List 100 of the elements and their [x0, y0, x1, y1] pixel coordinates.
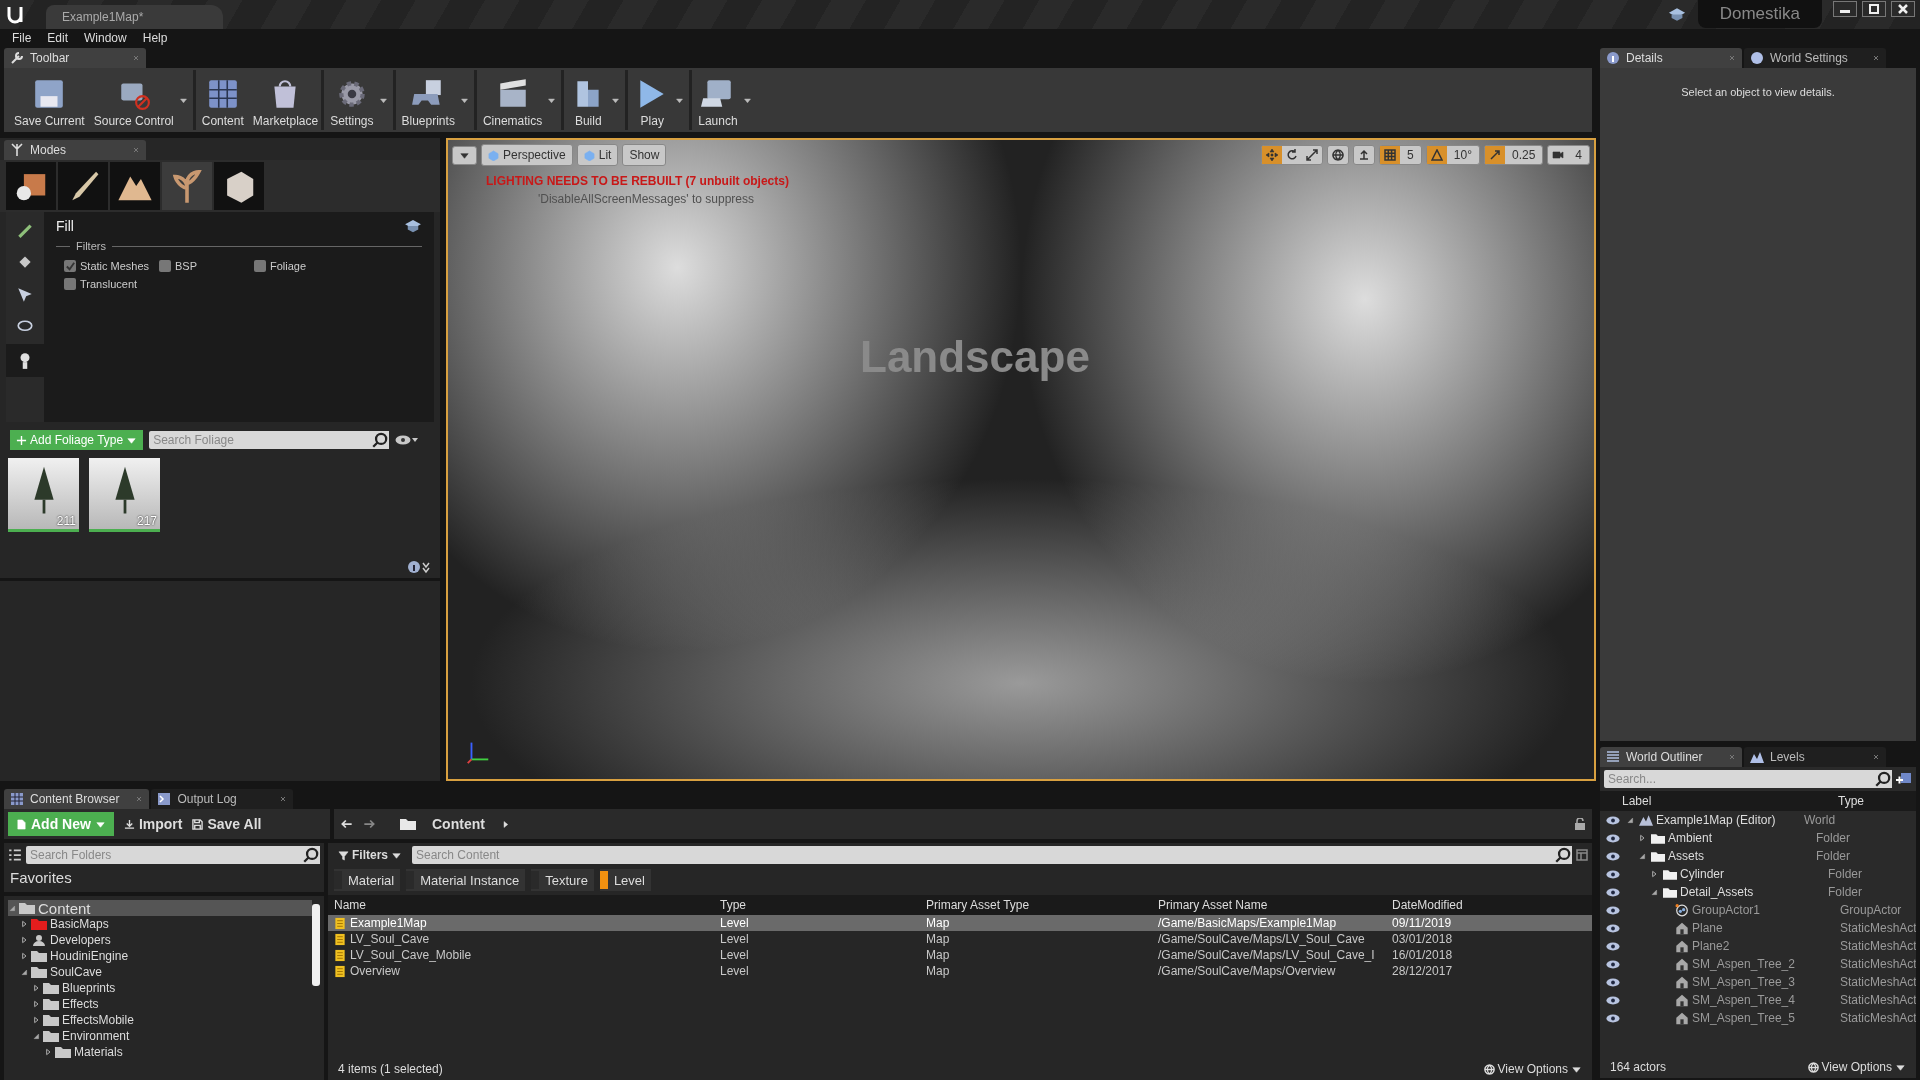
- expanded-arrow-icon[interactable]: [1626, 816, 1634, 824]
- checkbox[interactable]: [64, 278, 76, 290]
- panel-tab[interactable]: Modes: [4, 140, 146, 160]
- forward-arrow-icon[interactable]: [362, 817, 376, 831]
- columns-icon[interactable]: [1576, 849, 1588, 861]
- column-header[interactable]: Label: [1600, 794, 1834, 808]
- expanded-arrow-icon[interactable]: [32, 1032, 40, 1040]
- surface-snap-icon[interactable]: [1358, 149, 1371, 161]
- checkbox[interactable]: [159, 260, 171, 272]
- outliner-item-label[interactable]: Cylinder: [1680, 867, 1724, 881]
- column-header[interactable]: Name: [328, 898, 714, 912]
- panel-tab[interactable]: Output Log: [151, 789, 294, 809]
- menu-item[interactable]: File: [4, 30, 40, 45]
- filter-chip[interactable]: Material Instance: [406, 869, 526, 891]
- favorites-header[interactable]: Favorites: [4, 867, 324, 896]
- sources-list-icon[interactable]: [8, 848, 22, 862]
- outliner-item-label[interactable]: Plane2: [1692, 939, 1730, 953]
- toolbar-button[interactable]: Content: [192, 70, 247, 130]
- mode-tab[interactable]: [110, 162, 160, 210]
- tool-button[interactable]: [6, 344, 44, 377]
- asset-row[interactable]: Overview Level Map /Game/SoulCave/Maps/Overview 28/12/2017: [328, 963, 1592, 979]
- column-header[interactable]: Type: [1834, 794, 1864, 808]
- outliner-item-label[interactable]: Plane: [1692, 921, 1723, 935]
- camera-icon[interactable]: [1552, 149, 1565, 161]
- panel-tab[interactable]: Details: [1600, 48, 1742, 68]
- filter-checkbox[interactable]: Static Meshes: [64, 260, 159, 272]
- scale-snap-icon[interactable]: [1488, 149, 1501, 161]
- expanded-arrow-icon[interactable]: [1650, 888, 1658, 896]
- angle-snap-icon[interactable]: [1430, 149, 1443, 161]
- toolbar-button[interactable]: Save Current: [8, 70, 88, 130]
- globe-icon[interactable]: [1332, 149, 1345, 161]
- panel-tab[interactable]: Content Browser: [4, 789, 150, 809]
- search-icon[interactable]: [1554, 846, 1572, 864]
- outliner-item-label[interactable]: Assets: [1668, 849, 1704, 863]
- column-header[interactable]: Type: [714, 898, 920, 912]
- panel-tab[interactable]: World Outliner: [1600, 747, 1742, 767]
- scrollbar-thumb[interactable]: [312, 904, 320, 986]
- asset-row[interactable]: Example1Map Level Map /Game/BasicMaps/Example1Map 09/11/2019: [328, 915, 1592, 931]
- breadcrumb[interactable]: Content: [424, 816, 493, 832]
- outliner-item-label[interactable]: SM_Aspen_Tree_3: [1692, 975, 1795, 989]
- import-button[interactable]: Import: [123, 816, 183, 832]
- menu-item[interactable]: Edit: [39, 30, 77, 45]
- expanded-arrow-icon[interactable]: [20, 968, 28, 976]
- outliner-item-label[interactable]: SM_Aspen_Tree_5: [1692, 1011, 1795, 1025]
- show-button[interactable]: Show: [622, 144, 667, 166]
- panel-tab[interactable]: Levels: [1744, 747, 1886, 767]
- toolbar-button[interactable]: Marketplace: [246, 70, 322, 130]
- translate-tool-icon[interactable]: [1266, 149, 1279, 161]
- search-field[interactable]: Search Folders: [26, 846, 302, 864]
- filter-checkbox[interactable]: Translucent: [64, 278, 159, 290]
- add-folder-icon[interactable]: [1896, 772, 1912, 786]
- folder-tree-item[interactable]: BasicMaps: [20, 916, 312, 932]
- checkbox[interactable]: [254, 260, 266, 272]
- toolbar-button[interactable]: Build: [561, 70, 626, 130]
- toolbar-button[interactable]: Source Control: [87, 70, 193, 130]
- expanded-arrow-icon[interactable]: [8, 904, 16, 912]
- view-mode-button[interactable]: Perspective: [481, 144, 573, 166]
- filters-button[interactable]: Filters: [332, 847, 408, 863]
- folder-tree-item[interactable]: Materials: [44, 1044, 312, 1060]
- mode-tab[interactable]: [6, 162, 56, 210]
- view-options-button[interactable]: View Options: [1807, 1060, 1906, 1074]
- column-header[interactable]: Primary Asset Name: [1152, 898, 1386, 912]
- toolbar-button[interactable]: Blueprints: [392, 70, 474, 130]
- outliner-item-label[interactable]: SM_Aspen_Tree_4: [1692, 993, 1795, 1007]
- search-icon[interactable]: [1874, 770, 1892, 788]
- menu-item[interactable]: Help: [134, 30, 176, 45]
- asset-row[interactable]: LV_Soul_Cave Level Map /Game/SoulCave/Maps/LV_Soul_Cave 03/01/2018: [328, 931, 1592, 947]
- filter-checkbox[interactable]: Foliage: [254, 260, 374, 272]
- filter-chip[interactable]: Texture: [531, 869, 594, 891]
- lock-icon[interactable]: [1574, 818, 1586, 830]
- collapsed-arrow-icon[interactable]: [1650, 870, 1658, 878]
- folder-tree-item[interactable]: Developers: [20, 932, 312, 948]
- folder-tree-item[interactable]: Content: [8, 900, 312, 916]
- search-field[interactable]: Search Content: [412, 846, 1554, 864]
- save-all-button[interactable]: Save All: [192, 816, 262, 832]
- outliner-item-label[interactable]: Ambient: [1668, 831, 1713, 845]
- collapsed-arrow-icon[interactable]: [1638, 834, 1646, 842]
- grid-snap-icon[interactable]: [1384, 149, 1397, 161]
- filter-chip[interactable]: Level: [599, 869, 651, 891]
- filter-checkbox[interactable]: BSP: [159, 260, 254, 272]
- toolbar-button[interactable]: Settings: [321, 70, 393, 130]
- filter-chip[interactable]: Material: [334, 869, 401, 891]
- breadcrumb-arrow-icon[interactable]: [500, 819, 510, 829]
- document-tab[interactable]: Example1Map*: [46, 5, 224, 29]
- search-icon[interactable]: [302, 846, 320, 864]
- mode-tab[interactable]: [214, 162, 264, 210]
- folder-tree-item[interactable]: HoudiniEngine: [20, 948, 312, 964]
- folder-tree-item[interactable]: SoulCave: [20, 964, 312, 980]
- folder-tree-item[interactable]: Effects: [32, 996, 312, 1012]
- rotate-tool-icon[interactable]: [1286, 149, 1299, 161]
- toolbar-button[interactable]: Cinematics: [473, 70, 562, 130]
- outliner-item-label[interactable]: SM_Aspen_Tree_2: [1692, 957, 1795, 971]
- folder-tree-item[interactable]: EffectsMobile: [32, 1012, 312, 1028]
- search-field[interactable]: Search...: [1604, 770, 1874, 788]
- search-field[interactable]: Search Foliage: [149, 431, 372, 449]
- outliner-item-label[interactable]: GroupActor1: [1692, 903, 1761, 917]
- outliner-item-label[interactable]: Detail_Assets: [1680, 885, 1754, 899]
- asset-row[interactable]: LV_Soul_Cave_Mobile Level Map /Game/SoulCave/Maps/LV_Soul_Cave_I 16/01/2018: [328, 947, 1592, 963]
- view-options-button[interactable]: View Options: [1483, 1062, 1582, 1076]
- outliner-item-label[interactable]: Example1Map (Editor): [1656, 813, 1776, 827]
